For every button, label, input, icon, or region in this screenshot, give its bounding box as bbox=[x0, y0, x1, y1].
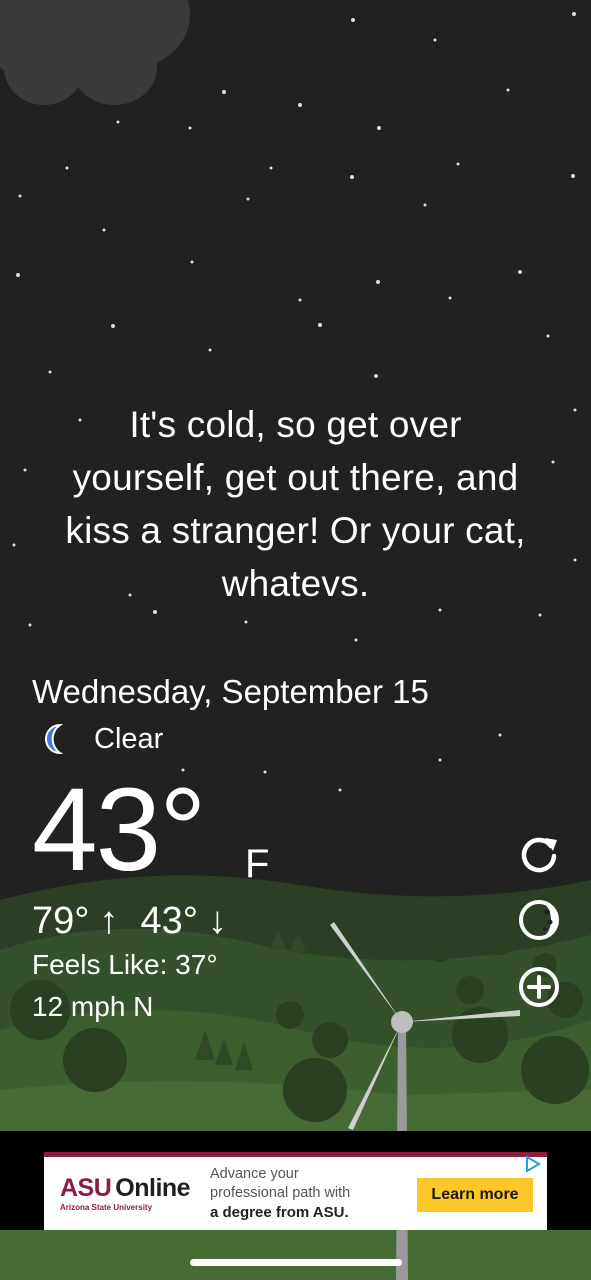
ad-topline bbox=[44, 1152, 547, 1157]
moon-icon bbox=[45, 723, 64, 755]
ad-logo-primary: ASU bbox=[60, 1174, 112, 1202]
moon-phase-button[interactable] bbox=[517, 898, 561, 942]
weather-scene-background bbox=[0, 0, 591, 1280]
ad-logo-secondary: Online bbox=[115, 1174, 191, 1202]
ad-copy-line: a degree from ASU. bbox=[210, 1204, 349, 1221]
weather-message: It's cold, so get over yourself, get out… bbox=[20, 398, 571, 610]
condition-row: Clear bbox=[38, 719, 163, 759]
add-location-button[interactable] bbox=[517, 965, 561, 1009]
message-line: yourself, get out there, and bbox=[72, 457, 519, 498]
temperature-unit-toggle[interactable]: F bbox=[245, 842, 269, 886]
home-indicator[interactable] bbox=[190, 1259, 402, 1266]
ad-logo: ASU Online bbox=[60, 1174, 191, 1203]
current-temperature: 43° bbox=[32, 764, 206, 896]
condition-text: Clear bbox=[94, 723, 164, 755]
feels-like: Feels Like: 37° bbox=[32, 949, 218, 980]
moon-phase-icon bbox=[519, 900, 559, 940]
arrow-down-icon: ↓ bbox=[207, 900, 227, 942]
low-temperature: 43° bbox=[140, 900, 198, 942]
cloud bbox=[72, 30, 157, 105]
add-icon bbox=[519, 967, 559, 1007]
refresh-icon bbox=[521, 837, 557, 873]
wind-speed: 12 mph N bbox=[32, 991, 154, 1022]
high-temperature: 79° bbox=[32, 900, 90, 942]
ad-logo-subtitle: Arizona State University bbox=[60, 1203, 153, 1212]
ad-copy: Advance your professional path with a de… bbox=[210, 1165, 350, 1222]
ad-choices-icon[interactable] bbox=[524, 1155, 542, 1173]
arrow-up-icon: ↑ bbox=[99, 900, 119, 942]
refresh-button[interactable] bbox=[517, 832, 561, 876]
ad-copy-line: professional path with bbox=[210, 1185, 351, 1201]
message-line: It's cold, so get over bbox=[129, 404, 462, 445]
message-line: whatevs. bbox=[221, 563, 370, 604]
message-line: kiss a stranger! Or your cat, bbox=[65, 510, 526, 551]
high-low-temperature: 79° ↑ 43° ↓ bbox=[32, 897, 249, 945]
ad-copy-line: Advance your bbox=[210, 1166, 299, 1182]
learn-more-button[interactable]: Learn more bbox=[417, 1178, 533, 1212]
ad-banner[interactable]: ASU Online Arizona State University Advan… bbox=[44, 1152, 547, 1230]
date-label: Wednesday, September 15 bbox=[32, 673, 429, 710]
